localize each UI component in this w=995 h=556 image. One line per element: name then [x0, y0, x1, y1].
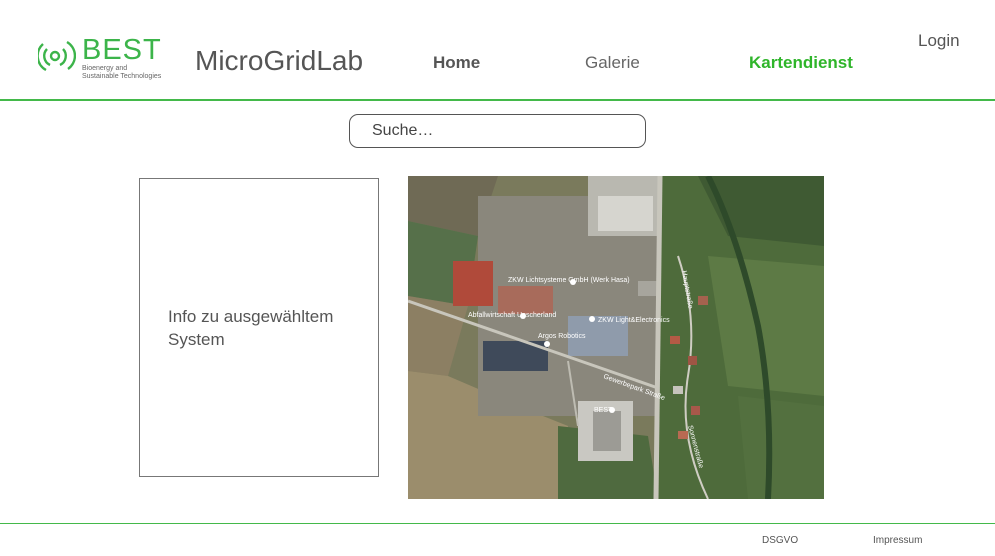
map-label-abfallwirtschaft: Abfallwirtschaft Unscherland: [468, 312, 556, 319]
brand-logo[interactable]: BEST Bioenergy and Sustainable Technolog…: [38, 34, 178, 80]
brand-subtitle: Bioenergy and Sustainable Technologies: [82, 65, 182, 81]
footer-impressum-link[interactable]: Impressum: [873, 535, 922, 546]
map-label-best: BEST: [594, 407, 613, 414]
app-title: MicroGridLab: [195, 45, 364, 76]
map-label-argos: Argos Robotics: [538, 333, 586, 340]
brand-subtitle-line1: Bioenergy and: [82, 65, 128, 72]
search-input[interactable]: [349, 114, 646, 148]
info-text-line1: Info zu ausgewähltem: [168, 307, 334, 326]
map-label-zkw-light: ZKW Light&Electronics: [598, 317, 670, 324]
nav-kartendienst[interactable]: Kartendienst: [749, 53, 853, 73]
brand-subtitle-line2: Sustainable Technologies: [82, 73, 162, 80]
info-panel: Info zu ausgewähltem System: [139, 178, 379, 477]
nav-galerie[interactable]: Galerie: [585, 53, 640, 73]
brand-name: BEST: [82, 34, 162, 66]
info-text-line2: System: [168, 330, 225, 349]
satellite-map[interactable]: ZKW Lichtsysteme GmbH (Werk Hasa) ZKW Li…: [408, 176, 824, 499]
footer-divider: [0, 523, 995, 524]
info-panel-text: Info zu ausgewähltem System: [168, 305, 368, 351]
map-label-zkw-lichtsysteme: ZKW Lichtsysteme GmbH (Werk Hasa): [508, 277, 630, 284]
best-logo-icon: [38, 40, 76, 72]
header-divider: [0, 99, 995, 101]
nav-home[interactable]: Home: [433, 53, 480, 73]
login-link[interactable]: Login: [918, 31, 960, 51]
footer-dsgvo-link[interactable]: DSGVO: [762, 535, 798, 546]
map-canvas[interactable]: ZKW Lichtsysteme GmbH (Werk Hasa) ZKW Li…: [408, 176, 824, 499]
